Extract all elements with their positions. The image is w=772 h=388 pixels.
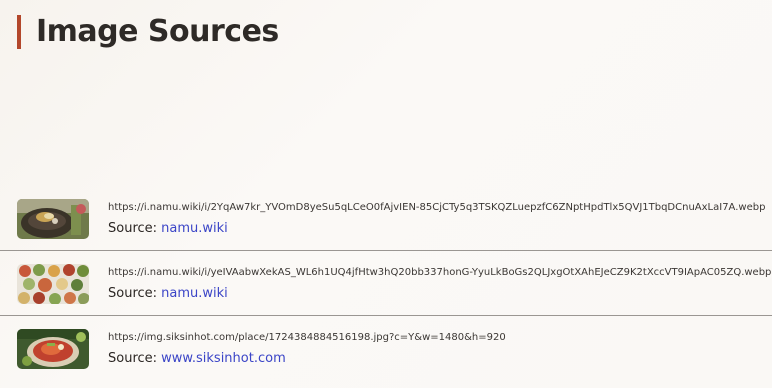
source-line: Source: www.siksinhot.com xyxy=(108,351,286,366)
title-accent-bar xyxy=(17,15,21,49)
source-list: https://i.namu.wiki/i/2YqAw7kr_YVOmD8yeS… xyxy=(0,186,772,380)
source-link[interactable]: namu.wiki xyxy=(161,286,228,301)
noodle-bowl-thumbnail[interactable] xyxy=(17,199,89,239)
source-link[interactable]: namu.wiki xyxy=(161,221,228,236)
page-title: Image Sources xyxy=(36,14,279,49)
source-label: Source: xyxy=(108,221,162,236)
source-link[interactable]: www.siksinhot.com xyxy=(161,351,286,366)
source-line: Source: namu.wiki xyxy=(108,221,228,236)
source-item: https://img.siksinhot.com/place/17243848… xyxy=(0,316,772,380)
source-item: https://i.namu.wiki/i/yeIVAabwXekAS_WL6h… xyxy=(0,251,772,316)
bibim-noodle-thumbnail[interactable] xyxy=(17,329,89,369)
source-label: Source: xyxy=(108,286,162,301)
page-header: Image Sources xyxy=(17,12,279,52)
source-url: https://i.namu.wiki/i/yeIVAabwXekAS_WL6h… xyxy=(108,267,772,278)
side-dishes-thumbnail[interactable] xyxy=(17,264,89,304)
source-line: Source: namu.wiki xyxy=(108,286,228,301)
source-item: https://i.namu.wiki/i/2YqAw7kr_YVOmD8yeS… xyxy=(0,186,772,251)
source-url: https://i.namu.wiki/i/2YqAw7kr_YVOmD8yeS… xyxy=(108,202,766,213)
source-url: https://img.siksinhot.com/place/17243848… xyxy=(108,332,506,343)
source-label: Source: xyxy=(108,351,162,366)
